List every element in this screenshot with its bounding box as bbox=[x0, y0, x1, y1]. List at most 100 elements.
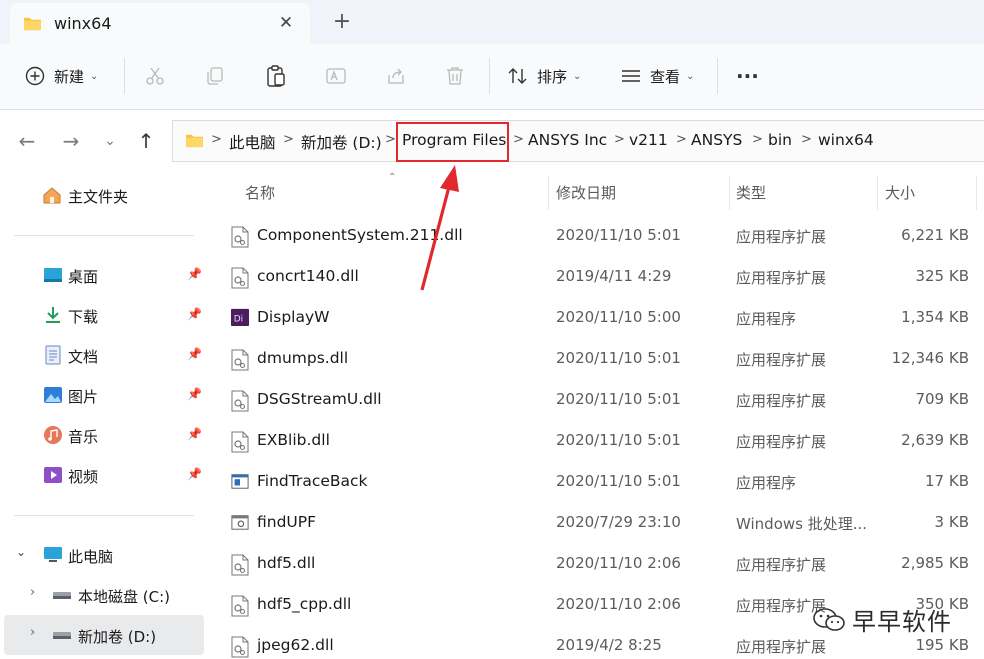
file-type: 应用程序 bbox=[736, 310, 797, 328]
file-row[interactable]: Di DisplayW 2020/11/10 5:00 应用程序 1,354 KB bbox=[227, 298, 977, 339]
expand-chevron-icon[interactable]: ⌄ bbox=[16, 545, 26, 559]
breadcrumb-chevron-icon: > bbox=[676, 132, 687, 147]
file-row[interactable]: hdf5.dll 2020/11/10 2:06 应用程序扩展 2,985 KB bbox=[227, 544, 977, 585]
column-divider bbox=[877, 176, 878, 210]
file-modified-date: 2019/4/11 4:29 bbox=[556, 267, 672, 285]
collapse-chevron-icon[interactable]: › bbox=[30, 625, 35, 640]
sidebar-item-drive-c[interactable]: › 本地磁盘 (C:) bbox=[0, 576, 207, 614]
pin-icon[interactable]: 📌 bbox=[187, 267, 202, 281]
recent-chevron-icon[interactable]: ⌄ bbox=[97, 128, 123, 154]
drive-icon bbox=[53, 592, 71, 599]
back-arrow-icon[interactable]: ← bbox=[14, 128, 40, 154]
file-row[interactable]: ComponentSystem.211.dll 2020/11/10 5:01 应用… bbox=[227, 216, 977, 257]
sidebar-item-downloads[interactable]: 下载 📌 bbox=[0, 296, 207, 334]
share-icon bbox=[388, 68, 404, 84]
wechat-logo-icon bbox=[813, 607, 845, 631]
sidebar-item-videos[interactable]: 视频 📌 bbox=[0, 456, 207, 494]
more-options-button[interactable]: ··· bbox=[736, 44, 759, 108]
file-name: hdf5_cpp.dll bbox=[257, 595, 352, 613]
file-modified-date: 2020/11/10 5:01 bbox=[556, 226, 681, 244]
pin-icon[interactable]: 📌 bbox=[187, 467, 202, 481]
file-modified-date: 2020/11/10 2:06 bbox=[556, 554, 681, 572]
delete-button[interactable] bbox=[444, 44, 466, 108]
new-tab-button[interactable]: + bbox=[330, 11, 354, 35]
breadcrumb-ansys-inc[interactable]: ANSYS Inc bbox=[528, 131, 607, 149]
forward-arrow-icon[interactable]: → bbox=[58, 128, 84, 154]
close-tab-button[interactable]: ✕ bbox=[276, 13, 296, 33]
new-button[interactable]: 新建 ⌄ bbox=[24, 44, 98, 108]
pin-icon[interactable]: 📌 bbox=[187, 347, 202, 361]
new-label: 新建 bbox=[54, 67, 85, 86]
cut-button[interactable] bbox=[144, 44, 166, 108]
watermark: 早早软件 bbox=[812, 602, 952, 637]
view-label: 查看 bbox=[650, 67, 681, 86]
desktop-icon bbox=[44, 268, 62, 282]
collapse-chevron-icon[interactable]: › bbox=[30, 585, 35, 600]
up-arrow-icon[interactable]: ↑ bbox=[133, 128, 159, 154]
breadcrumb-winx64[interactable]: winx64 bbox=[818, 131, 874, 149]
sidebar-label: 桌面 bbox=[68, 268, 99, 286]
sidebar-item-this-pc[interactable]: ⌄ 此电脑 bbox=[0, 536, 207, 574]
sidebar-item-documents[interactable]: 文档 📌 bbox=[0, 336, 207, 374]
file-row[interactable]: DSGStreamU.dll 2020/11/10 5:01 应用程序扩展 709 K… bbox=[227, 380, 977, 421]
file-row[interactable]: FindTraceBack 2020/11/10 5:01 应用程序 17 KB bbox=[227, 462, 977, 503]
column-header-type[interactable]: 类型 bbox=[736, 182, 766, 203]
breadcrumb-chevron-icon: > bbox=[283, 132, 294, 147]
highlight-box bbox=[396, 122, 509, 162]
tab-winx64[interactable]: winx64 ✕ bbox=[10, 3, 310, 44]
drive-icon bbox=[53, 632, 71, 639]
breadcrumb-chevron-icon: > bbox=[211, 132, 222, 147]
breadcrumb-drive-d[interactable]: 新加卷 (D:) bbox=[301, 131, 382, 153]
sidebar-item-desktop[interactable]: 桌面 📌 bbox=[0, 256, 207, 294]
scissors-icon bbox=[146, 67, 164, 85]
file-row[interactable]: findUPF 2020/7/29 23:10 Windows 批处理... 3 KB bbox=[227, 503, 977, 544]
share-button[interactable] bbox=[385, 44, 407, 108]
breadcrumb-chevron-icon: > bbox=[614, 132, 625, 147]
file-row[interactable]: concrt140.dll 2019/4/11 4:29 应用程序扩展 325 KB bbox=[227, 257, 977, 298]
file-list: ⌃ 名称 修改日期 类型 大小 ComponentSystem.211.dll 2… bbox=[207, 172, 984, 659]
divider bbox=[14, 235, 194, 236]
file-row[interactable]: EXBlib.dll 2020/11/10 5:01 应用程序扩展 2,639 KB bbox=[227, 421, 977, 462]
sidebar-item-home[interactable]: 主文件夹 bbox=[0, 176, 207, 214]
navigation-pane: 主文件夹 桌面 📌 下载 📌 文档 📌 图片 📌 音乐 📌 视频 📌 ⌄ 此电脑… bbox=[0, 172, 207, 659]
column-header-name[interactable]: 名称 bbox=[245, 182, 275, 203]
sidebar-label: 下载 bbox=[68, 308, 99, 326]
file-size: 12,346 KB bbox=[891, 349, 969, 367]
tab-title: winx64 bbox=[54, 14, 112, 33]
sort-label: 排序 bbox=[537, 67, 568, 86]
file-type: 应用程序扩展 bbox=[736, 638, 827, 656]
sidebar-item-drive-d[interactable]: › 新加卷 (D:) bbox=[4, 615, 204, 655]
breadcrumb-v211[interactable]: v211 bbox=[629, 131, 668, 149]
file-row[interactable]: dmumps.dll 2020/11/10 5:01 应用程序扩展 12,346 KB bbox=[227, 339, 977, 380]
column-header-size[interactable]: 大小 bbox=[885, 182, 915, 203]
sort-button[interactable]: 排序 ⌄ bbox=[507, 44, 581, 108]
separator bbox=[489, 58, 490, 94]
sidebar-item-music[interactable]: 音乐 📌 bbox=[0, 416, 207, 454]
home-icon bbox=[43, 187, 61, 204]
file-size: 709 KB bbox=[915, 390, 969, 408]
pin-icon[interactable]: 📌 bbox=[187, 427, 202, 441]
paste-button[interactable] bbox=[265, 44, 287, 108]
breadcrumb-bin[interactable]: bin bbox=[768, 131, 792, 149]
copy-button[interactable] bbox=[204, 44, 226, 108]
separator bbox=[717, 58, 718, 94]
view-button[interactable]: 查看 ⌄ bbox=[620, 44, 694, 108]
document-icon bbox=[45, 345, 61, 365]
file-name: ComponentSystem.211.dll bbox=[257, 226, 463, 244]
file-name: FindTraceBack bbox=[257, 472, 368, 490]
exe-icon bbox=[231, 472, 249, 494]
file-name: EXBlib.dll bbox=[257, 431, 330, 449]
display-app-icon: Di bbox=[231, 308, 249, 330]
rename-button[interactable] bbox=[325, 44, 347, 108]
address-bar[interactable]: > 此电脑 > 新加卷 (D:) > Program Files > ANSYS… bbox=[172, 120, 984, 162]
pin-icon[interactable]: 📌 bbox=[187, 307, 202, 321]
sidebar-item-pictures[interactable]: 图片 📌 bbox=[0, 376, 207, 414]
file-size: 195 KB bbox=[915, 636, 969, 654]
breadcrumb-chevron-icon: > bbox=[752, 132, 763, 147]
breadcrumb-this-pc[interactable]: 此电脑 bbox=[229, 131, 276, 153]
column-header-modified[interactable]: 修改日期 bbox=[556, 182, 616, 203]
file-type: 应用程序扩展 bbox=[736, 392, 827, 410]
pin-icon[interactable]: 📌 bbox=[187, 387, 202, 401]
breadcrumb-ansys[interactable]: ANSYS bbox=[691, 131, 742, 149]
file-name: DisplayW bbox=[257, 308, 330, 326]
